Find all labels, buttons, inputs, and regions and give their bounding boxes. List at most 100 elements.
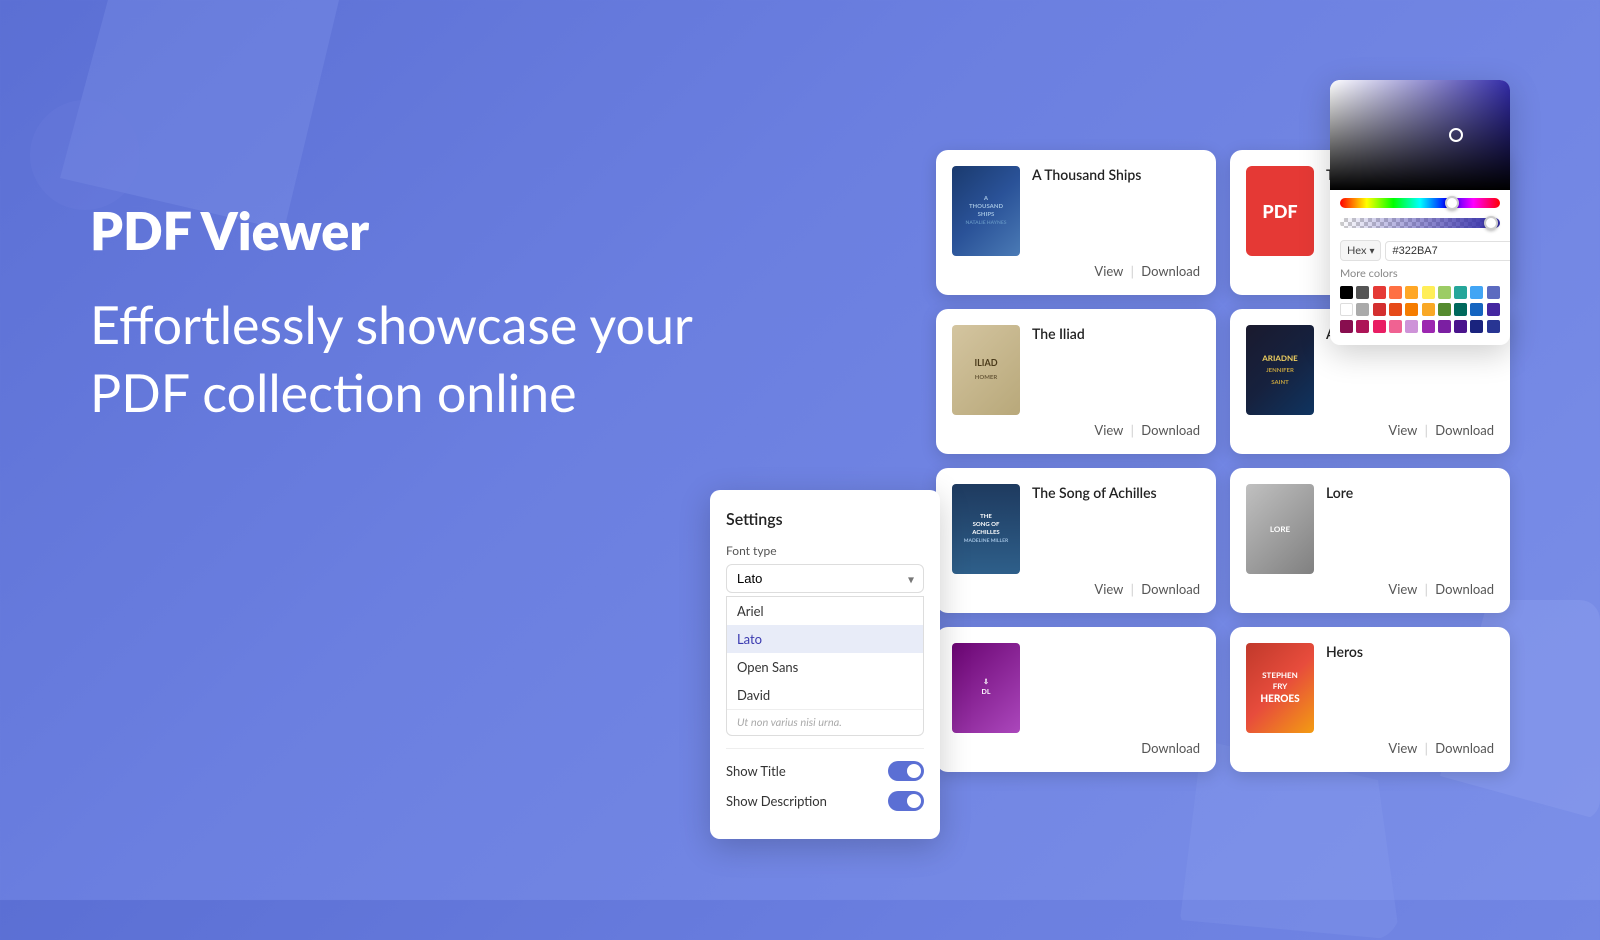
color-picker: Hex ▾ More colors [1330, 80, 1510, 345]
book-cover-iliad: ILIADHOMER [952, 325, 1020, 415]
book-cover-ariadne: ARIADNEJENNIFERSAINT [1246, 325, 1314, 415]
book-cover-heros: STEPHENFRYHEROES [1246, 643, 1314, 733]
settings-modal: Settings Font type Ariel Lato Open Sans … [710, 490, 940, 839]
swatch-27[interactable] [1438, 320, 1451, 333]
more-colors-label: More colors [1340, 267, 1500, 280]
color-gradient-canvas[interactable] [1330, 80, 1510, 190]
book-cover-achilles: THESONG OFACHILLESMADELINE MILLER [952, 484, 1020, 574]
book-title-iliad: The Iliad [1032, 325, 1085, 343]
swatch-3[interactable] [1373, 286, 1386, 299]
book-card-top-7: ⇩DL [952, 643, 1200, 733]
swatch-21[interactable] [1340, 320, 1353, 333]
hue-slider[interactable] [1340, 198, 1500, 208]
swatch-7[interactable] [1438, 286, 1451, 299]
font-option-lato-item[interactable]: Lato [727, 625, 923, 653]
show-description-label: Show Description [726, 793, 827, 809]
swatch-12[interactable] [1356, 303, 1369, 316]
swatch-25[interactable] [1405, 320, 1418, 333]
format-label: Hex [1347, 244, 1366, 257]
swatch-23[interactable] [1373, 320, 1386, 333]
font-option-opensans-item[interactable]: Open Sans [727, 653, 923, 681]
alpha-slider-thumb [1484, 216, 1498, 230]
font-type-label: Font type [726, 543, 924, 558]
book-cover-download: ⇩DL [952, 643, 1020, 733]
swatch-6[interactable] [1422, 286, 1435, 299]
swatch-29[interactable] [1470, 320, 1483, 333]
color-picker-input-row: Hex ▾ [1340, 240, 1500, 261]
swatch-14[interactable] [1389, 303, 1402, 316]
swatch-4[interactable] [1389, 286, 1402, 299]
separator-3: | [1127, 422, 1137, 438]
book-title-heros: Heros [1326, 643, 1363, 661]
book-card-top: ATHOUSANDSHIPSNATALIE HAYNES A Thousand … [952, 166, 1200, 256]
app-title: PDF Viewer [90, 200, 710, 262]
swatch-5[interactable] [1405, 286, 1418, 299]
book-actions-lore: View | Download [1246, 581, 1494, 597]
download-link-heros[interactable]: Download [1435, 740, 1494, 756]
download-link-download[interactable]: Download [1141, 740, 1200, 756]
swatch-13[interactable] [1373, 303, 1386, 316]
font-option-david-item[interactable]: David [727, 681, 923, 709]
alpha-slider[interactable] [1340, 218, 1500, 228]
book-card-iliad: ILIADHOMER The Iliad View | Download [936, 309, 1216, 454]
color-picker-controls: Hex ▾ More colors [1330, 190, 1510, 345]
download-link-ariadne[interactable]: Download [1435, 422, 1494, 438]
separator-5: | [1127, 581, 1137, 597]
book-title-thousand-ships: A Thousand Ships [1032, 166, 1141, 184]
download-link-achilles[interactable]: Download [1141, 581, 1200, 597]
swatch-16[interactable] [1422, 303, 1435, 316]
swatch-30[interactable] [1487, 320, 1500, 333]
swatch-10[interactable] [1487, 286, 1500, 299]
font-select[interactable]: Ariel Lato Open Sans David [726, 564, 924, 593]
swatch-19[interactable] [1470, 303, 1483, 316]
view-link-lore[interactable]: View [1388, 581, 1417, 597]
swatch-9[interactable] [1470, 286, 1483, 299]
swatch-28[interactable] [1454, 320, 1467, 333]
show-title-row: Show Title [726, 761, 924, 781]
download-link-thousand-ships[interactable]: Download [1141, 263, 1200, 279]
book-cover-lore: LORE [1246, 484, 1314, 574]
swatch-17[interactable] [1438, 303, 1451, 316]
swatch-18[interactable] [1454, 303, 1467, 316]
font-select-wrapper: Ariel Lato Open Sans David ▾ [726, 564, 924, 593]
color-swatches-row1 [1340, 286, 1500, 299]
color-format-selector[interactable]: Hex ▾ [1340, 240, 1381, 261]
show-description-row: Show Description [726, 791, 924, 811]
book-card-top-3: ILIADHOMER The Iliad [952, 325, 1200, 415]
view-link-thousand-ships[interactable]: View [1094, 263, 1123, 279]
hue-slider-wrapper [1340, 198, 1500, 212]
settings-divider [726, 748, 924, 749]
swatch-15[interactable] [1405, 303, 1418, 316]
swatch-8[interactable] [1454, 286, 1467, 299]
separator-8: | [1421, 740, 1431, 756]
swatch-11[interactable] [1340, 303, 1353, 316]
swatch-26[interactable] [1422, 320, 1435, 333]
app-subtitle: Effortlessly showcase your PDF collectio… [90, 292, 710, 427]
separator-4: | [1421, 422, 1431, 438]
color-swatches-row2 [1340, 303, 1500, 316]
font-option-ariel-item[interactable]: Ariel [727, 597, 923, 625]
swatch-22[interactable] [1356, 320, 1369, 333]
book-title-lore: Lore [1326, 484, 1353, 502]
view-link-heros[interactable]: View [1388, 740, 1417, 756]
hue-slider-thumb [1445, 196, 1459, 210]
show-title-label: Show Title [726, 763, 786, 779]
swatch-24[interactable] [1389, 320, 1402, 333]
view-link-ariadne[interactable]: View [1388, 422, 1417, 438]
view-link-iliad[interactable]: View [1094, 422, 1123, 438]
book-card-thousand-ships: ATHOUSANDSHIPSNATALIE HAYNES A Thousand … [936, 150, 1216, 295]
bg-shape-2 [30, 100, 140, 210]
download-link-iliad[interactable]: Download [1141, 422, 1200, 438]
swatch-1[interactable] [1340, 286, 1353, 299]
show-title-toggle[interactable] [888, 761, 924, 781]
book-title-achilles: The Song of Achilles [1032, 484, 1157, 502]
swatch-20[interactable] [1487, 303, 1500, 316]
chevron-down-icon-format: ▾ [1369, 245, 1374, 257]
separator: | [1127, 263, 1137, 279]
show-description-toggle[interactable] [888, 791, 924, 811]
swatch-2[interactable] [1356, 286, 1369, 299]
book-card-top-8: STEPHENFRYHEROES Heros [1246, 643, 1494, 733]
view-link-achilles[interactable]: View [1094, 581, 1123, 597]
download-link-lore[interactable]: Download [1435, 581, 1494, 597]
hex-input[interactable] [1385, 241, 1510, 261]
